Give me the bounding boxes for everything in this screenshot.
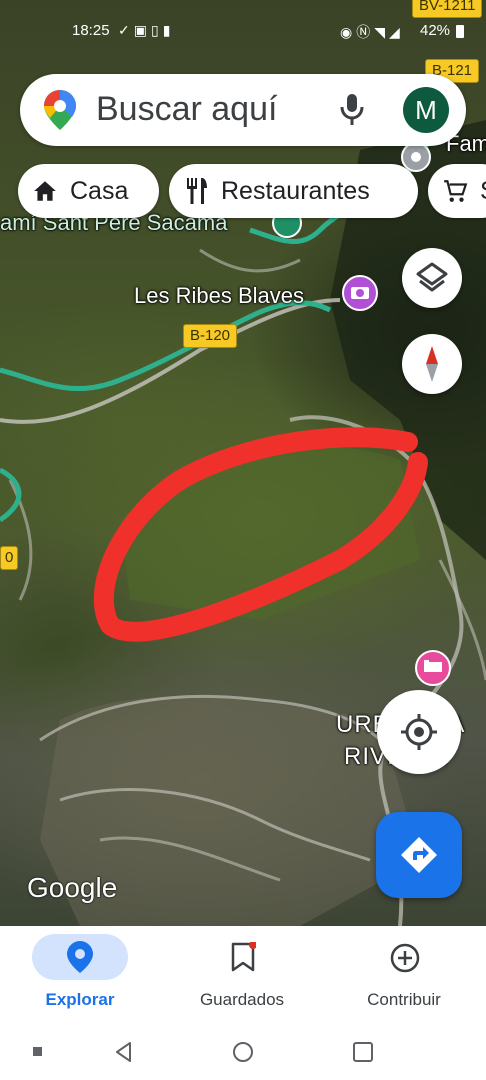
chip-restaurantes-label: Restaurantes xyxy=(221,176,370,205)
nav-contribuir-label: Contribuir xyxy=(367,990,441,1009)
add-circle-icon xyxy=(390,943,420,973)
compass-icon xyxy=(426,346,438,382)
wifi-icon: ◥ xyxy=(374,24,389,40)
bookmark-icon xyxy=(231,942,256,972)
home-button-icon[interactable] xyxy=(231,1040,255,1064)
bottom-navigation: Explorar Guardados Contribuir xyxy=(0,926,486,1026)
status-time: 18:25 xyxy=(72,22,110,39)
status-icons-left: ✓▣▯▮ xyxy=(118,22,174,39)
system-navigation-bar xyxy=(0,1026,486,1080)
location-icon: ◉ xyxy=(340,24,357,40)
road-shield-partial: 0 xyxy=(0,546,19,570)
directions-icon xyxy=(401,837,437,873)
home-icon xyxy=(34,181,56,201)
my-location-icon xyxy=(401,714,437,750)
nav-explorar[interactable]: Explorar xyxy=(18,926,142,1026)
search-input[interactable]: Buscar aquí xyxy=(96,90,277,129)
chip-casa-label: Casa xyxy=(70,176,129,205)
road-shield-b120: B-120 xyxy=(183,324,238,348)
google-logo: Google xyxy=(27,872,118,903)
battery-saver-icon: ▮ xyxy=(162,22,175,38)
restaurant-icon xyxy=(187,178,207,204)
account-avatar[interactable]: M xyxy=(403,87,449,133)
battery-icon xyxy=(456,25,464,38)
nav-guardados[interactable]: Guardados xyxy=(180,926,304,1026)
microphone-icon[interactable] xyxy=(338,92,366,128)
nfc-icon: Ⓝ xyxy=(356,24,375,40)
image-icon: ▣ xyxy=(133,22,151,38)
location-pin-icon xyxy=(67,941,93,973)
road-shield-bv1211: BV-1211 xyxy=(412,0,483,18)
back-icon[interactable] xyxy=(112,1040,136,1064)
my-location-button[interactable] xyxy=(377,690,461,774)
directions-button[interactable] xyxy=(376,812,462,898)
google-maps-pin-icon xyxy=(44,90,76,130)
search-bar[interactable]: Buscar aquí M xyxy=(20,74,466,146)
recents-dot-icon[interactable] xyxy=(33,1047,42,1056)
chip-restaurantes[interactable]: Restaurantes xyxy=(169,164,418,218)
nav-explorar-label: Explorar xyxy=(45,990,115,1009)
chip-shopping-label: S xyxy=(480,177,486,206)
status-bar: 18:25 ✓▣▯▮ ◉Ⓝ◥◢ 42% xyxy=(0,18,486,46)
chip-shopping[interactable]: S xyxy=(428,164,486,218)
shopping-cart-icon xyxy=(444,180,468,202)
chip-casa[interactable]: Casa xyxy=(18,164,159,218)
layers-button[interactable] xyxy=(402,248,462,308)
check-icon: ✓ xyxy=(118,22,134,38)
sim-icon: ▯ xyxy=(150,22,163,38)
nav-contribuir[interactable]: Contribuir xyxy=(342,926,466,1026)
map-label-les-ribes-blaves[interactable]: Les Ribes Blaves xyxy=(134,283,304,309)
layers-icon xyxy=(416,262,448,292)
battery-level: 42% xyxy=(420,22,451,39)
compass-button[interactable] xyxy=(402,334,462,394)
overview-icon[interactable] xyxy=(351,1040,375,1064)
signal-icon: ◢ xyxy=(389,24,404,40)
status-icons-right: ◉Ⓝ◥◢ xyxy=(340,22,404,42)
nav-guardados-label: Guardados xyxy=(199,990,285,1009)
